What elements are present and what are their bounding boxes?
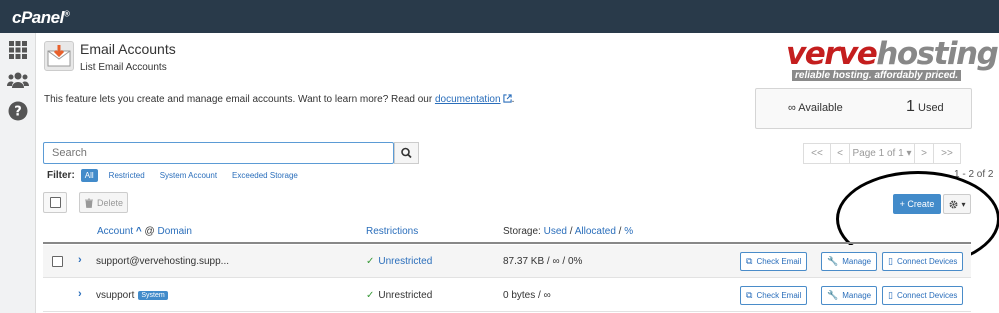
table-row: › support@vervehosting.supp... ✓ Unrestri… [43,245,971,278]
storage-prefix: Storage: [503,226,541,237]
external-link-icon: ⧉ [746,290,753,300]
sort-domain[interactable]: Domain [157,226,191,237]
page-select[interactable]: Page 1 of 1 ▾ [849,143,915,164]
manage-button[interactable]: 🔧 Manage [821,252,878,271]
next-page-button[interactable]: > [914,143,934,164]
last-page-button[interactable]: >> [933,143,961,164]
restrictions-header-label: Restrictions [366,226,419,237]
trash-icon [84,198,93,208]
external-link-icon[interactable] [502,94,512,103]
grid-icon[interactable] [8,40,28,60]
restriction-status: ✓ Unrestricted [366,290,432,301]
search-input[interactable] [44,143,393,163]
table-header: Account ^ @ Domain Restrictions Storage:… [43,221,971,244]
brand-tagline: reliable hosting. affordably priced. [792,70,962,81]
storage-value: 87.37 KB / ∞ / 0% [503,256,583,267]
sort-account[interactable]: Account [97,226,133,237]
prev-page-button[interactable]: < [830,143,850,164]
available-stat: ∞ Available [788,102,843,114]
button-label: Check Email [756,257,802,266]
restriction-link[interactable]: Unrestricted [378,256,432,267]
cpanel-logo[interactable]: cPanel® [12,8,70,28]
account-name: vsupport System [96,290,168,301]
top-navbar: cPanel® [0,0,999,33]
used-count: 1 [906,98,915,115]
sort-allocated[interactable]: Allocated [575,226,616,237]
main-content: Email Accounts List Email Accounts verve… [36,33,999,313]
separator: / [569,226,573,237]
search-button[interactable] [394,142,419,164]
expand-row-icon[interactable]: › [78,254,82,266]
separator: / [618,226,622,237]
external-link-icon: ⧉ [746,256,753,266]
system-badge: System [138,291,168,300]
account-name: support@vervehosting.supp... [96,256,230,267]
connect-devices-button[interactable]: ▯ Connect Devices [882,252,964,271]
connect-devices-button[interactable]: ▯ Connect Devices [882,286,964,305]
intro-text: This feature lets you create and manage … [44,94,514,105]
documentation-link[interactable]: documentation [435,94,501,105]
button-label: Manage [842,291,872,300]
sidebar: ? [0,33,36,313]
pagination: << < Page 1 of 1 ▾ > >> [803,143,961,164]
check-email-button[interactable]: ⧉ Check Email [740,286,808,305]
brand-name-verve: verve [786,36,878,72]
logo-text: cPanel [12,8,64,27]
search-icon [401,147,412,159]
brand-logo: vervehosting reliable hosting. affordabl… [786,36,999,81]
storage-value: 0 bytes / ∞ [503,290,551,301]
restriction-status: ✓ Unrestricted [366,256,432,267]
filter-exceeded-storage[interactable]: Exceeded Storage [228,169,302,182]
row-checkbox[interactable] [52,256,63,267]
table-row: › vsupport System ✓ Unrestricted 0 bytes /… [43,279,971,312]
check-email-button[interactable]: ⧉ Check Email [740,252,808,271]
select-all-checkbox[interactable] [43,192,67,213]
logo-registered-mark: ® [63,9,70,19]
restrictions-header[interactable]: Restrictions [366,226,418,237]
account-domain-header: Account ^ @ Domain [97,226,192,237]
wrench-icon: 🔧 [827,256,839,266]
mobile-icon: ▯ [888,290,893,300]
users-icon[interactable] [7,70,29,90]
svg-text:?: ? [14,105,22,120]
filter-all[interactable]: All [80,169,98,182]
sort-arrow-icon: ^ [135,226,142,237]
delete-button[interactable]: Delete [79,192,128,213]
storage-header: Storage: Used / Allocated / % [503,226,633,237]
sort-percent[interactable]: % [624,226,633,237]
available-label: Available [798,102,843,114]
account-name-text: vsupport [96,290,135,301]
email-page-icon [44,41,74,71]
filter-restricted[interactable]: Restricted [105,169,149,182]
brand-name-hosting: hosting [876,36,999,72]
wrench-icon: 🔧 [827,290,839,300]
help-icon[interactable]: ? [8,101,28,121]
checkbox-square [50,197,61,208]
sort-used[interactable]: Used [544,226,567,237]
first-page-button[interactable]: << [803,143,831,164]
page-title: Email Accounts [80,41,176,57]
filter-label: Filter: [47,170,75,181]
check-icon: ✓ [366,256,375,267]
search-box [43,142,394,164]
button-label: Check Email [756,291,802,300]
mobile-icon: ▯ [888,256,893,266]
page-subtitle: List Email Accounts [80,62,167,73]
used-label: Used [918,102,944,114]
infinity-symbol: ∞ [788,102,796,114]
delete-label: Delete [96,197,123,208]
check-icon: ✓ [366,290,375,301]
filter-system-account[interactable]: System Account [156,169,221,182]
manage-button[interactable]: 🔧 Manage [821,286,878,305]
stats-panel: ∞ Available 1 Used [755,88,972,129]
intro-tail: . [511,94,515,105]
intro-body: This feature lets you create and manage … [44,94,435,105]
expand-row-icon[interactable]: › [78,288,82,300]
button-label: Connect Devices [896,257,958,266]
filter-bar: Filter: All Restricted System Account Ex… [47,169,309,182]
at-symbol: @ [144,226,155,237]
restriction-text: Unrestricted [378,290,433,301]
button-label: Connect Devices [896,291,958,300]
button-label: Manage [842,257,872,266]
